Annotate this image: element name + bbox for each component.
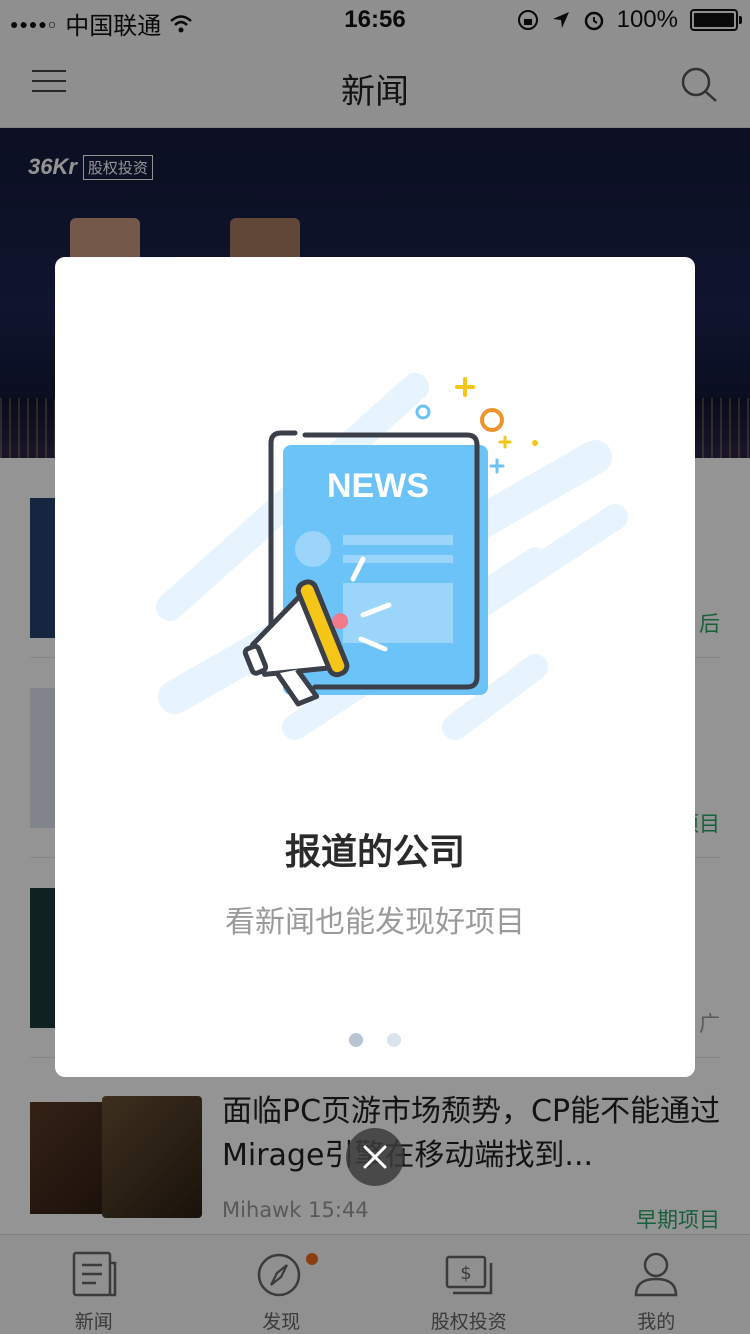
- close-button[interactable]: [346, 1128, 404, 1186]
- dialog-subtitle: 看新闻也能发现好项目: [225, 905, 525, 940]
- page-dot[interactable]: [349, 1033, 363, 1047]
- newspaper-headline: NEWS: [327, 467, 429, 505]
- close-icon: [363, 1145, 387, 1169]
- intro-dialog: NEWS 报道的公司 看新闻也能发现好项目: [55, 257, 695, 1077]
- page-dot[interactable]: [387, 1033, 401, 1047]
- page-indicator: [55, 1033, 695, 1047]
- news-illustration: NEWS: [55, 257, 628, 740]
- dialog-title: 报道的公司: [284, 832, 465, 873]
